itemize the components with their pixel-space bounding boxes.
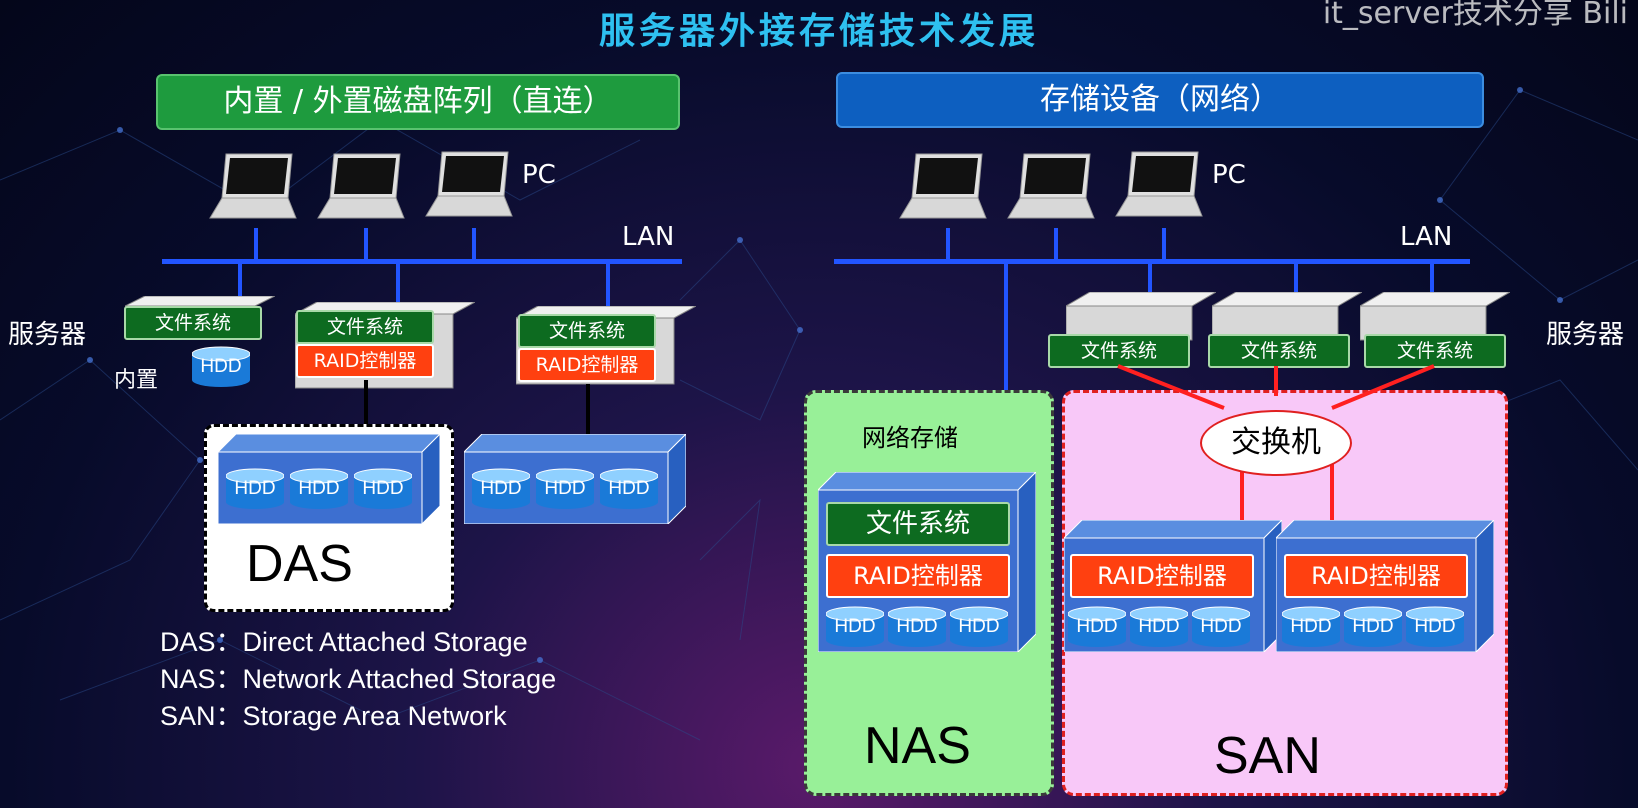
san-label: SAN bbox=[1214, 727, 1321, 785]
laptop-icon bbox=[317, 153, 405, 219]
laptop-icon bbox=[1115, 151, 1203, 217]
hdd-icon: HDD bbox=[191, 346, 251, 388]
hdd-label: HDD bbox=[1290, 616, 1332, 637]
builtin-label: 内置 bbox=[114, 368, 159, 393]
hdd-label: HDD bbox=[896, 616, 938, 637]
legend: DAS：Direct Attached Storage NAS：Network … bbox=[160, 624, 556, 735]
lan-drop-line bbox=[1054, 228, 1058, 260]
laptop-icon bbox=[1007, 153, 1095, 219]
raid-controller-box: RAID控制器 bbox=[826, 554, 1010, 598]
network-storage-section-header: 存储设备（网络） bbox=[836, 72, 1484, 128]
hdd-icon: HDD bbox=[1405, 606, 1465, 648]
legend-nas: NAS：Network Attached Storage bbox=[160, 664, 557, 694]
hdd-label: HDD bbox=[480, 478, 522, 499]
network-storage-label: 网络存储 bbox=[862, 424, 958, 452]
server-label: 服务器 bbox=[1546, 320, 1625, 350]
lan-drop-line bbox=[946, 228, 950, 260]
hdd-icon: HDD bbox=[887, 606, 947, 648]
hdd-icon: HDD bbox=[1067, 606, 1127, 648]
hdd-label: HDD bbox=[958, 616, 1000, 637]
hdd-icon: HDD bbox=[1281, 606, 1341, 648]
file-system-box: 文件系统 bbox=[518, 314, 656, 348]
das-section-header: 内置 / 外置磁盘阵列（直连） bbox=[156, 74, 680, 130]
lan-drop-line bbox=[396, 262, 400, 302]
hdd-label: HDD bbox=[298, 478, 340, 499]
lan-drop-line bbox=[254, 228, 258, 260]
lan-bus bbox=[834, 259, 1470, 264]
hdd-label: HDD bbox=[834, 616, 876, 637]
hdd-label: HDD bbox=[234, 478, 276, 499]
hdd-icon: HDD bbox=[535, 468, 595, 510]
legend-san: SAN：Storage Area Network bbox=[160, 701, 507, 731]
watermark: it_server技术分享 Bili bbox=[1322, 0, 1628, 31]
hdd-label: HDD bbox=[1352, 616, 1394, 637]
hdd-icon: HDD bbox=[1129, 606, 1189, 648]
hdd-icon: HDD bbox=[225, 468, 285, 510]
hdd-label: HDD bbox=[1076, 616, 1118, 637]
san-switch: 交换机 bbox=[1200, 410, 1352, 476]
lan-drop-line bbox=[1162, 228, 1166, 260]
lan-drop-line bbox=[606, 262, 610, 310]
raid-controller-box: RAID控制器 bbox=[1284, 554, 1468, 598]
server-label: 服务器 bbox=[8, 320, 87, 350]
hdd-icon: HDD bbox=[289, 468, 349, 510]
hdd-icon: HDD bbox=[471, 468, 531, 510]
direct-cable bbox=[586, 384, 590, 440]
hdd-label: HDD bbox=[362, 478, 404, 499]
lan-drop-line bbox=[472, 228, 476, 260]
pc-label: PC bbox=[1212, 160, 1246, 190]
lan-label: LAN bbox=[622, 222, 675, 252]
raid-controller-box: RAID控制器 bbox=[296, 344, 434, 378]
raid-controller-box: RAID控制器 bbox=[518, 348, 656, 382]
hdd-icon: HDD bbox=[599, 468, 659, 510]
hdd-label: HDD bbox=[544, 478, 586, 499]
hdd-label: HDD bbox=[1414, 616, 1456, 637]
hdd-icon: HDD bbox=[825, 606, 885, 648]
das-label: DAS bbox=[246, 535, 353, 593]
laptop-icon bbox=[209, 153, 297, 219]
hdd-icon: HDD bbox=[1343, 606, 1403, 648]
file-system-box: 文件系统 bbox=[124, 306, 262, 340]
hdd-icon: HDD bbox=[1191, 606, 1251, 648]
lan-label: LAN bbox=[1400, 222, 1453, 252]
legend-das: DAS：Direct Attached Storage bbox=[160, 627, 528, 657]
lan-drop-line bbox=[364, 228, 368, 260]
laptop-icon bbox=[425, 151, 513, 217]
hdd-label: HDD bbox=[1200, 616, 1242, 637]
hdd-label: HDD bbox=[1138, 616, 1180, 637]
file-system-box: 文件系统 bbox=[826, 502, 1010, 546]
raid-controller-box: RAID控制器 bbox=[1070, 554, 1254, 598]
laptop-icon bbox=[899, 153, 987, 219]
hdd-label: HDD bbox=[608, 478, 650, 499]
pc-label: PC bbox=[522, 160, 556, 190]
hdd-label: HDD bbox=[200, 356, 242, 377]
hdd-icon: HDD bbox=[353, 468, 413, 510]
file-system-box: 文件系统 bbox=[296, 310, 434, 344]
hdd-icon: HDD bbox=[949, 606, 1009, 648]
nas-label: NAS bbox=[864, 717, 971, 775]
